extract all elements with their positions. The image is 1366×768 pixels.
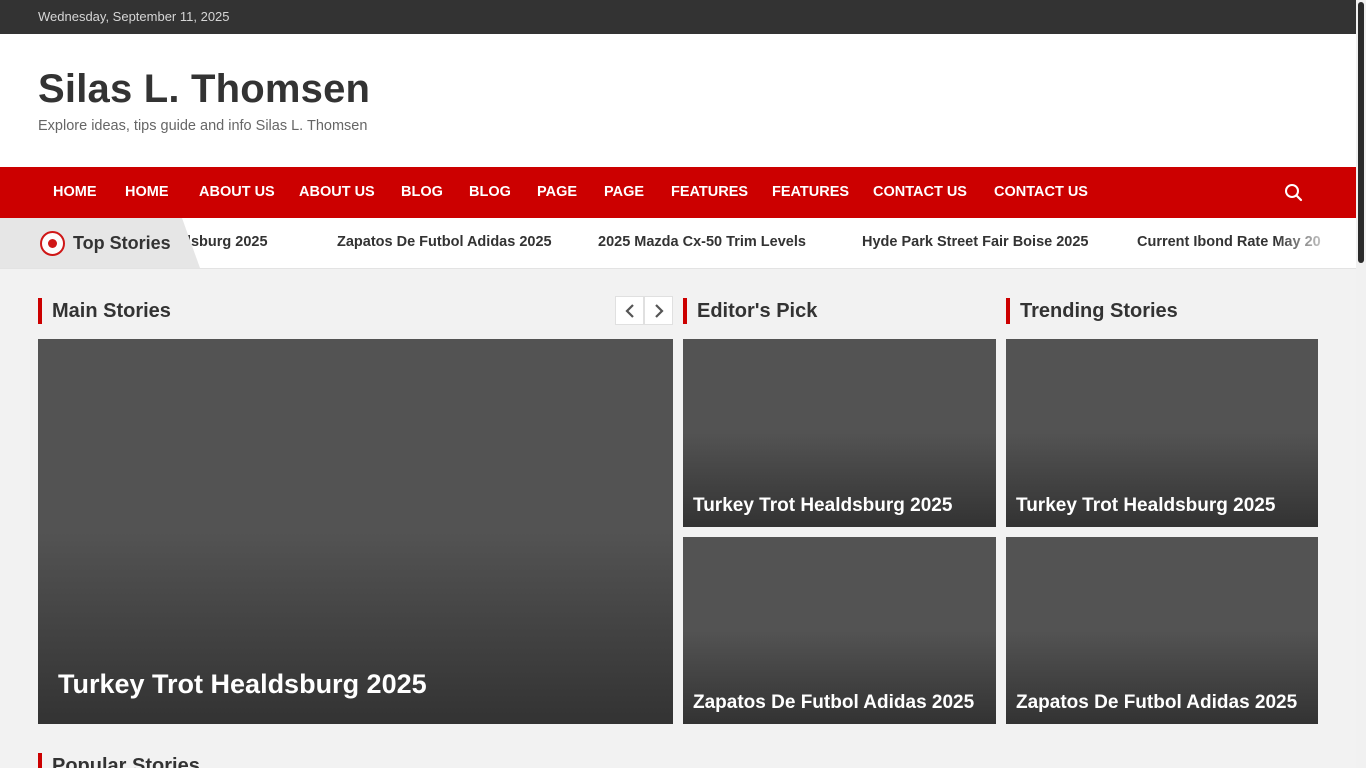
editors-pick-card[interactable]: Turkey Trot Healdsburg 2025 <box>683 339 996 527</box>
search-icon[interactable] <box>1283 182 1305 204</box>
nav-item-features[interactable]: FEATURES <box>671 167 748 218</box>
site-tagline: Explore ideas, tips guide and info Silas… <box>38 118 368 134</box>
editors-pick-heading: Editor's Pick <box>683 298 817 324</box>
ticker-fade <box>1276 218 1356 268</box>
trending-card[interactable]: Turkey Trot Healdsburg 2025 <box>1006 339 1318 527</box>
nav-item-blog-2[interactable]: BLOG <box>469 167 511 218</box>
trending-card[interactable]: Zapatos De Futbol Adidas 2025 <box>1006 537 1318 724</box>
top-bar: Wednesday, September 11, 2025 <box>0 0 1356 34</box>
nav-item-about-us[interactable]: ABOUT US <box>199 167 275 218</box>
nav-item-home[interactable]: HOME <box>53 167 97 218</box>
nav-item-home-2[interactable]: HOME <box>125 167 169 218</box>
ticker-item[interactable]: 2025 Mazda Cx-50 Trim Levels <box>598 234 806 250</box>
main-story-title[interactable]: Turkey Trot Healdsburg 2025 <box>58 669 427 700</box>
site-title[interactable]: Silas L. Thomsen <box>38 67 370 112</box>
site-header: Silas L. Thomsen Explore ideas, tips gui… <box>0 34 1356 167</box>
page-scrollbar-thumb[interactable] <box>1358 2 1364 263</box>
ticker-item[interactable]: Hyde Park Street Fair Boise 2025 <box>862 234 1088 250</box>
main-stories-heading: Main Stories <box>38 298 171 324</box>
ticker-label-box: Top Stories <box>0 218 200 268</box>
trending-title[interactable]: Turkey Trot Healdsburg 2025 <box>1016 495 1275 517</box>
trending-stories-heading: Trending Stories <box>1006 298 1178 324</box>
nav-item-about-us-2[interactable]: ABOUT US <box>299 167 375 218</box>
ticker-item[interactable]: Zapatos De Futbol Adidas 2025 <box>337 234 552 250</box>
nav-item-page[interactable]: PAGE <box>537 167 577 218</box>
editors-pick-title[interactable]: Zapatos De Futbol Adidas 2025 <box>693 692 974 714</box>
slider-next-button[interactable] <box>644 296 673 325</box>
editors-pick-card[interactable]: Zapatos De Futbol Adidas 2025 <box>683 537 996 724</box>
top-stories-ticker: Top Stories aldsburg 2025 Zapatos De Fut… <box>0 218 1356 269</box>
main-story-card[interactable]: Turkey Trot Healdsburg 2025 <box>38 339 673 724</box>
slider-prev-button[interactable] <box>615 296 644 325</box>
nav-item-contact-us-2[interactable]: CONTACT US <box>994 167 1088 218</box>
nav-item-contact-us[interactable]: CONTACT US <box>873 167 967 218</box>
trending-title[interactable]: Zapatos De Futbol Adidas 2025 <box>1016 692 1297 714</box>
live-dot-icon <box>40 231 65 256</box>
chevron-right-icon <box>655 304 664 318</box>
nav-item-page-2[interactable]: PAGE <box>604 167 644 218</box>
chevron-left-icon <box>625 304 634 318</box>
nav-item-blog[interactable]: BLOG <box>401 167 443 218</box>
current-date: Wednesday, September 11, 2025 <box>38 9 230 24</box>
ticker-title: Top Stories <box>73 233 171 253</box>
main-nav: HOME HOME ABOUT US ABOUT US BLOG BLOG PA… <box>0 167 1356 218</box>
editors-pick-title[interactable]: Turkey Trot Healdsburg 2025 <box>693 495 952 517</box>
nav-item-features-2[interactable]: FEATURES <box>772 167 849 218</box>
popular-stories-heading: Popular Stories <box>38 753 200 768</box>
